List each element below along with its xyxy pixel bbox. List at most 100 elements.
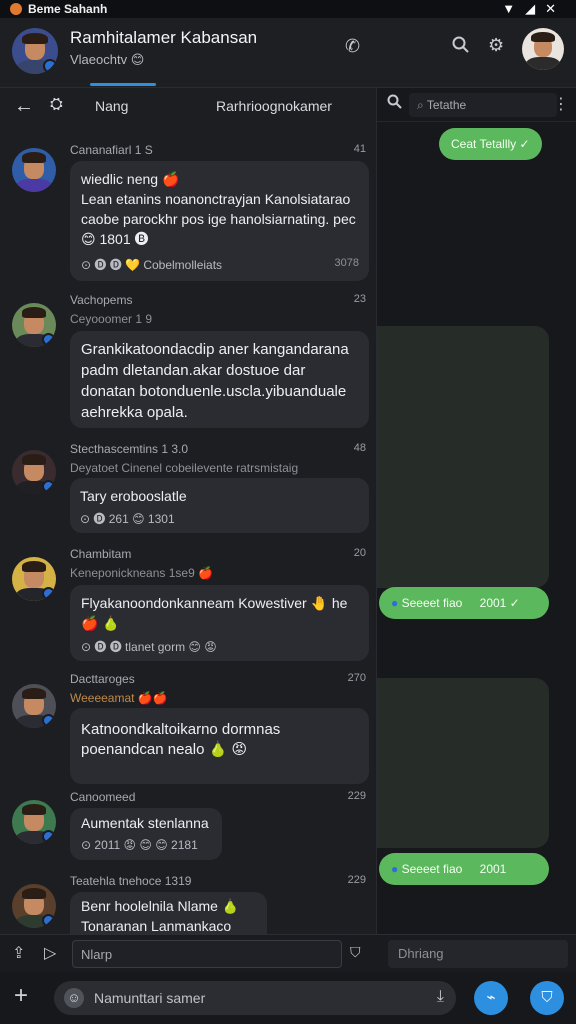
media-preview-top[interactable] (377, 326, 549, 588)
message-bubble[interactable]: Flyakanoondonkanneam Kowestiver 🤚 he 🍎 🍐… (70, 585, 369, 661)
bubble-time: 3078 (334, 257, 359, 269)
emoji-toggle-icon[interactable]: ⛉ (350, 944, 361, 961)
composer-placeholder: Namunttari samer (94, 990, 206, 1006)
back-arrow-icon[interactable]: ← (14, 95, 34, 118)
message-text: Tonaranan Lanmankaco kian (81, 918, 232, 934)
message-text: Grankikatoondacdip aner kangandarana pad… (81, 341, 349, 421)
message-text: Aumentak stenlanna (81, 815, 209, 831)
media-preview-bottom[interactable] (377, 678, 549, 848)
chat-thread[interactable]: ← ⛭ Nang Rarhrioognokamer Cananafiarl 1 … (0, 88, 376, 934)
search-glass-icon: ⌕ (417, 98, 427, 112)
message-bubble[interactable]: Katnoondkaltoikarno dormnas poenandcan n… (70, 708, 369, 784)
globe-icon: ● (391, 596, 399, 610)
right-input[interactable]: Dhriang (388, 940, 568, 968)
message-bubble[interactable]: Benr hoolelnila Nlame 🍐 Tonaranan Lanman… (70, 892, 267, 934)
message-bubble[interactable]: Aumentak stenlanna ⊙ 2011 😡 😊 😊 2181 (70, 808, 222, 860)
message-item: Stecthascemtins 1 3.0 48 Deyatoet Cinene… (0, 436, 376, 536)
phone-icon[interactable]: ✆ (345, 36, 360, 57)
reactions-row[interactable]: ⊙ 2011 😡 😊 😊 2181 (81, 835, 211, 855)
sender-avatar[interactable] (12, 684, 56, 728)
input-toolbar: ⇪ ▷ Nlarp ⛉ Dhriang (0, 934, 576, 972)
chat-header: Ramhitalamer Kabansan Vlaeochtv 😊 ✆ ⚙ (0, 18, 576, 88)
message-item: Chambitam 20 Keneponickneans 1se9 🍎 Flya… (0, 543, 376, 663)
sender-name: Cananafiarl 1 S (70, 143, 153, 157)
status-bar: Beme Sahanh ▼◢✕ (0, 0, 576, 18)
message-item: Teatehla tnehoce 1319 229 Benr hoolelnil… (0, 874, 376, 934)
signal-icon: ◢ (525, 1, 546, 16)
message-text: Lean etanins noanonctrayjan Kanolsiatara… (81, 191, 356, 247)
composer: + ☺ Namunttari samer ⤓ ⌁ ⛉ (0, 972, 576, 1024)
user-avatar[interactable] (522, 28, 564, 70)
message-text: Tary erobooslatle (80, 488, 187, 504)
share-icon[interactable]: ⇪ (12, 943, 25, 963)
tab-left[interactable]: Nang (95, 98, 128, 114)
message-time: 229 (347, 874, 366, 886)
message-item: Vachopems 23 Ceyooomer 1 9 Grankikatoond… (0, 291, 376, 431)
message-bubble[interactable]: Grankikatoondacdip aner kangandarana pad… (70, 331, 369, 428)
tab-right[interactable]: Rarhrioognokamer (216, 98, 332, 114)
sent-bubble-top[interactable]: Ceat Tetallly ✓ (439, 128, 542, 160)
right-search-placeholder: Tetathe (426, 98, 467, 112)
message-item: Cananafiarl 1 S 41 wiedlic neng 🍎 Lean e… (0, 138, 376, 288)
sender-subline: Deyatoet Cinenel cobeilevente ratrsmista… (70, 461, 299, 475)
contact-status: Vlaeochtv 😊 (70, 52, 145, 67)
status-app-title: Beme Sahanh (28, 2, 108, 16)
message-time: 229 (347, 790, 366, 802)
reactions-row[interactable]: ⊙ 🅓 🅓 tlanet gorm 😊 😡 (81, 637, 358, 657)
play-icon[interactable]: ▷ (44, 943, 56, 963)
thread-toolbar: ← ⛭ Nang Rarhrioognokamer (0, 88, 376, 126)
message-item: Dacttaroges 270 Weeeeamat 🍎🍎 Katnoondkal… (0, 668, 376, 784)
contact-avatar[interactable] (12, 28, 58, 74)
sender-subline: Weeeeamat 🍎🍎 (70, 691, 168, 705)
settings-icon[interactable]: ⚙ (488, 35, 504, 56)
message-text: Katnoondkaltoikarno dormnas poenandcan n… (81, 721, 281, 758)
message-time: 270 (347, 672, 366, 684)
sent-mid-label: Seeeet fiao (401, 596, 463, 610)
message-heading: wiedlic neng 🍎 (81, 171, 180, 187)
message-heading: Benr hoolelnila Nlame 🍐 (81, 898, 240, 914)
sender-avatar[interactable] (12, 557, 56, 601)
sent-bubble-bottom[interactable]: ● Seeeet fiao 2001 (379, 853, 549, 885)
sender-name: Dacttaroges (70, 672, 135, 686)
sender-avatar[interactable] (12, 303, 56, 347)
contact-name: Ramhitalamer Kabansan (70, 28, 258, 47)
close-icon[interactable]: ✕ (545, 1, 566, 16)
active-tab-indicator (90, 83, 156, 86)
message-input[interactable]: Nlarp (72, 940, 342, 968)
composer-input[interactable]: ☺ Namunttari samer ⤓ (54, 981, 456, 1015)
sender-avatar[interactable] (12, 148, 56, 192)
reactions-row[interactable]: ⊙ 🅓 🅓 💛 Cobelmolleiats (81, 255, 358, 275)
sent-bubble-mid[interactable]: ● Seeeet fiao 2001 ✓ (379, 587, 549, 619)
attach-button[interactable]: ⌁ (474, 981, 508, 1015)
sent-bottom-time: 2001 (479, 862, 507, 876)
message-time: 41 (353, 143, 366, 155)
message-bubble[interactable]: Tary erobooslatle ⊙ 🅓 261 😊 1301 (70, 478, 369, 533)
group-icon[interactable]: ⛭ (50, 96, 63, 114)
message-item: Canoomeed 229 Aumentak stenlanna ⊙ 2011 … (0, 790, 376, 870)
sender-avatar[interactable] (12, 800, 56, 844)
emoji-icon[interactable]: ☺ (64, 988, 84, 1008)
sender-name: Stecthascemtins 1 3.0 (70, 442, 189, 456)
message-time: 20 (353, 547, 366, 559)
search-icon[interactable] (452, 36, 470, 59)
sender-name: Teatehla tnehoce 1319 (70, 874, 192, 888)
message-text: Flyakanoondonkanneam Kowestiver 🤚 he 🍎 🍐 (81, 595, 348, 631)
sender-name: Vachopems (70, 293, 133, 307)
sent-mid-time: 2001 ✓ (479, 596, 520, 610)
sender-name: Chambitam (70, 547, 132, 561)
right-search-input[interactable]: ⌕ Tetathe (409, 93, 557, 117)
add-icon[interactable]: + (14, 984, 28, 1008)
right-search-bar[interactable]: ⌕ Tetathe ⋮ (377, 88, 576, 122)
wifi-icon: ▼ (502, 1, 526, 16)
sender-avatar[interactable] (12, 450, 56, 494)
more-vertical-icon[interactable]: ⋮ (553, 94, 569, 114)
download-icon[interactable]: ⤓ (437, 988, 444, 1006)
sent-bottom-label: Seeeet fiao (401, 862, 463, 876)
status-icons: ▼◢✕ (502, 1, 566, 17)
sender-avatar[interactable] (12, 884, 56, 928)
send-button[interactable]: ⛉ (530, 981, 564, 1015)
message-time: 23 (353, 293, 366, 305)
message-bubble[interactable]: wiedlic neng 🍎 Lean etanins noanonctrayj… (70, 161, 369, 281)
reactions-row[interactable]: ⊙ 🅓 261 😊 1301 (80, 509, 358, 529)
sender-name: Canoomeed (70, 790, 136, 804)
